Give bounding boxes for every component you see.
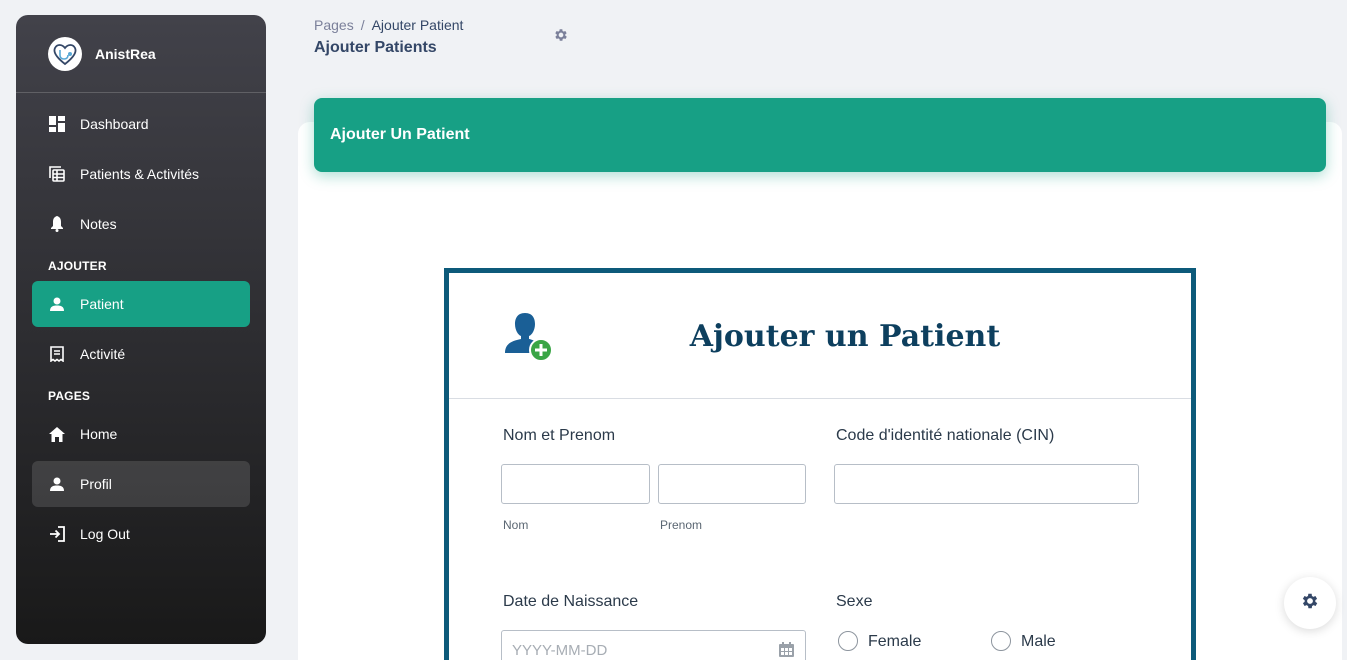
- table-icon: [49, 166, 65, 182]
- breadcrumb-root[interactable]: Pages: [314, 17, 354, 33]
- radio-male[interactable]: [991, 631, 1011, 651]
- form-title: Ajouter un Patient: [689, 319, 1001, 354]
- home-icon: [49, 426, 65, 442]
- sidebar-item-logout[interactable]: Log Out: [32, 511, 250, 557]
- dob-field[interactable]: [501, 630, 806, 660]
- prenom-field[interactable]: [658, 464, 806, 504]
- breadcrumb-current: Ajouter Patient: [371, 17, 464, 33]
- sidebar-item-label: Patients & Activités: [80, 166, 200, 182]
- sidebar-item-label: Log Out: [80, 526, 130, 542]
- sidebar-item-patient[interactable]: Patient: [32, 281, 250, 327]
- brand[interactable]: AnistRea: [16, 15, 266, 93]
- name-label: Nom et Prenom: [503, 427, 616, 444]
- nom-field[interactable]: [501, 464, 650, 504]
- sidebar-item-label: Patient: [80, 296, 124, 312]
- sidebar-item-label: Activité: [80, 346, 126, 362]
- sidebar-item-notes[interactable]: Notes: [32, 201, 250, 247]
- logout-icon: [49, 526, 65, 542]
- sidebar-item-label: Dashboard: [80, 116, 149, 132]
- sidebar-item-patients-activites[interactable]: Patients & Activités: [32, 151, 250, 197]
- cin-field[interactable]: [834, 464, 1139, 504]
- breadcrumb-separator: /: [360, 17, 365, 33]
- radio-female[interactable]: [838, 631, 858, 651]
- bell-icon: [49, 216, 65, 232]
- card-header: Ajouter Un Patient: [314, 98, 1326, 172]
- breadcrumb: Pages / Ajouter Patient: [314, 17, 463, 33]
- sidebar: AnistRea Dashboard Patients & Activités …: [16, 15, 266, 644]
- settings-fab-button[interactable]: [1284, 577, 1336, 629]
- sidebar-item-activite[interactable]: Activité: [32, 331, 250, 377]
- sidebar-item-profil[interactable]: Profil: [32, 461, 250, 507]
- person-icon: [49, 476, 65, 492]
- sex-label: Sexe: [836, 593, 873, 610]
- sidebar-nav-pages: Home Profil Log Out: [16, 411, 266, 557]
- form-header: Ajouter un Patient: [449, 273, 1191, 399]
- radio-female-label: Female: [868, 633, 922, 650]
- radio-male-label: Male: [1021, 633, 1056, 650]
- sidebar-nav: Dashboard Patients & Activités Notes: [16, 93, 266, 247]
- brand-name: AnistRea: [95, 45, 156, 62]
- section-title-ajouter: AJOUTER: [48, 259, 107, 273]
- sidebar-item-home[interactable]: Home: [32, 411, 250, 457]
- sidebar-item-dashboard[interactable]: Dashboard: [32, 101, 250, 147]
- calendar-icon[interactable]: [779, 642, 794, 660]
- dob-label: Date de Naissance: [503, 593, 639, 610]
- sidebar-item-label: Notes: [80, 216, 117, 232]
- section-title-pages: PAGES: [48, 389, 91, 403]
- nom-sublabel: Nom: [503, 518, 529, 532]
- sidebar-item-label: Profil: [80, 476, 112, 492]
- person-icon: [49, 296, 65, 312]
- dashboard-icon: [49, 116, 65, 132]
- receipt-icon: [49, 346, 65, 362]
- gear-icon: [1300, 591, 1320, 616]
- cin-label: Code d'identité nationale (CIN): [836, 427, 1055, 444]
- gear-icon[interactable]: [553, 27, 569, 43]
- stethoscope-heart-icon: [48, 36, 82, 71]
- page-title: Ajouter Patients: [314, 39, 437, 56]
- prenom-sublabel: Prenom: [660, 518, 703, 532]
- sidebar-item-label: Home: [80, 426, 118, 442]
- sidebar-nav-add: Patient Activité: [16, 281, 266, 377]
